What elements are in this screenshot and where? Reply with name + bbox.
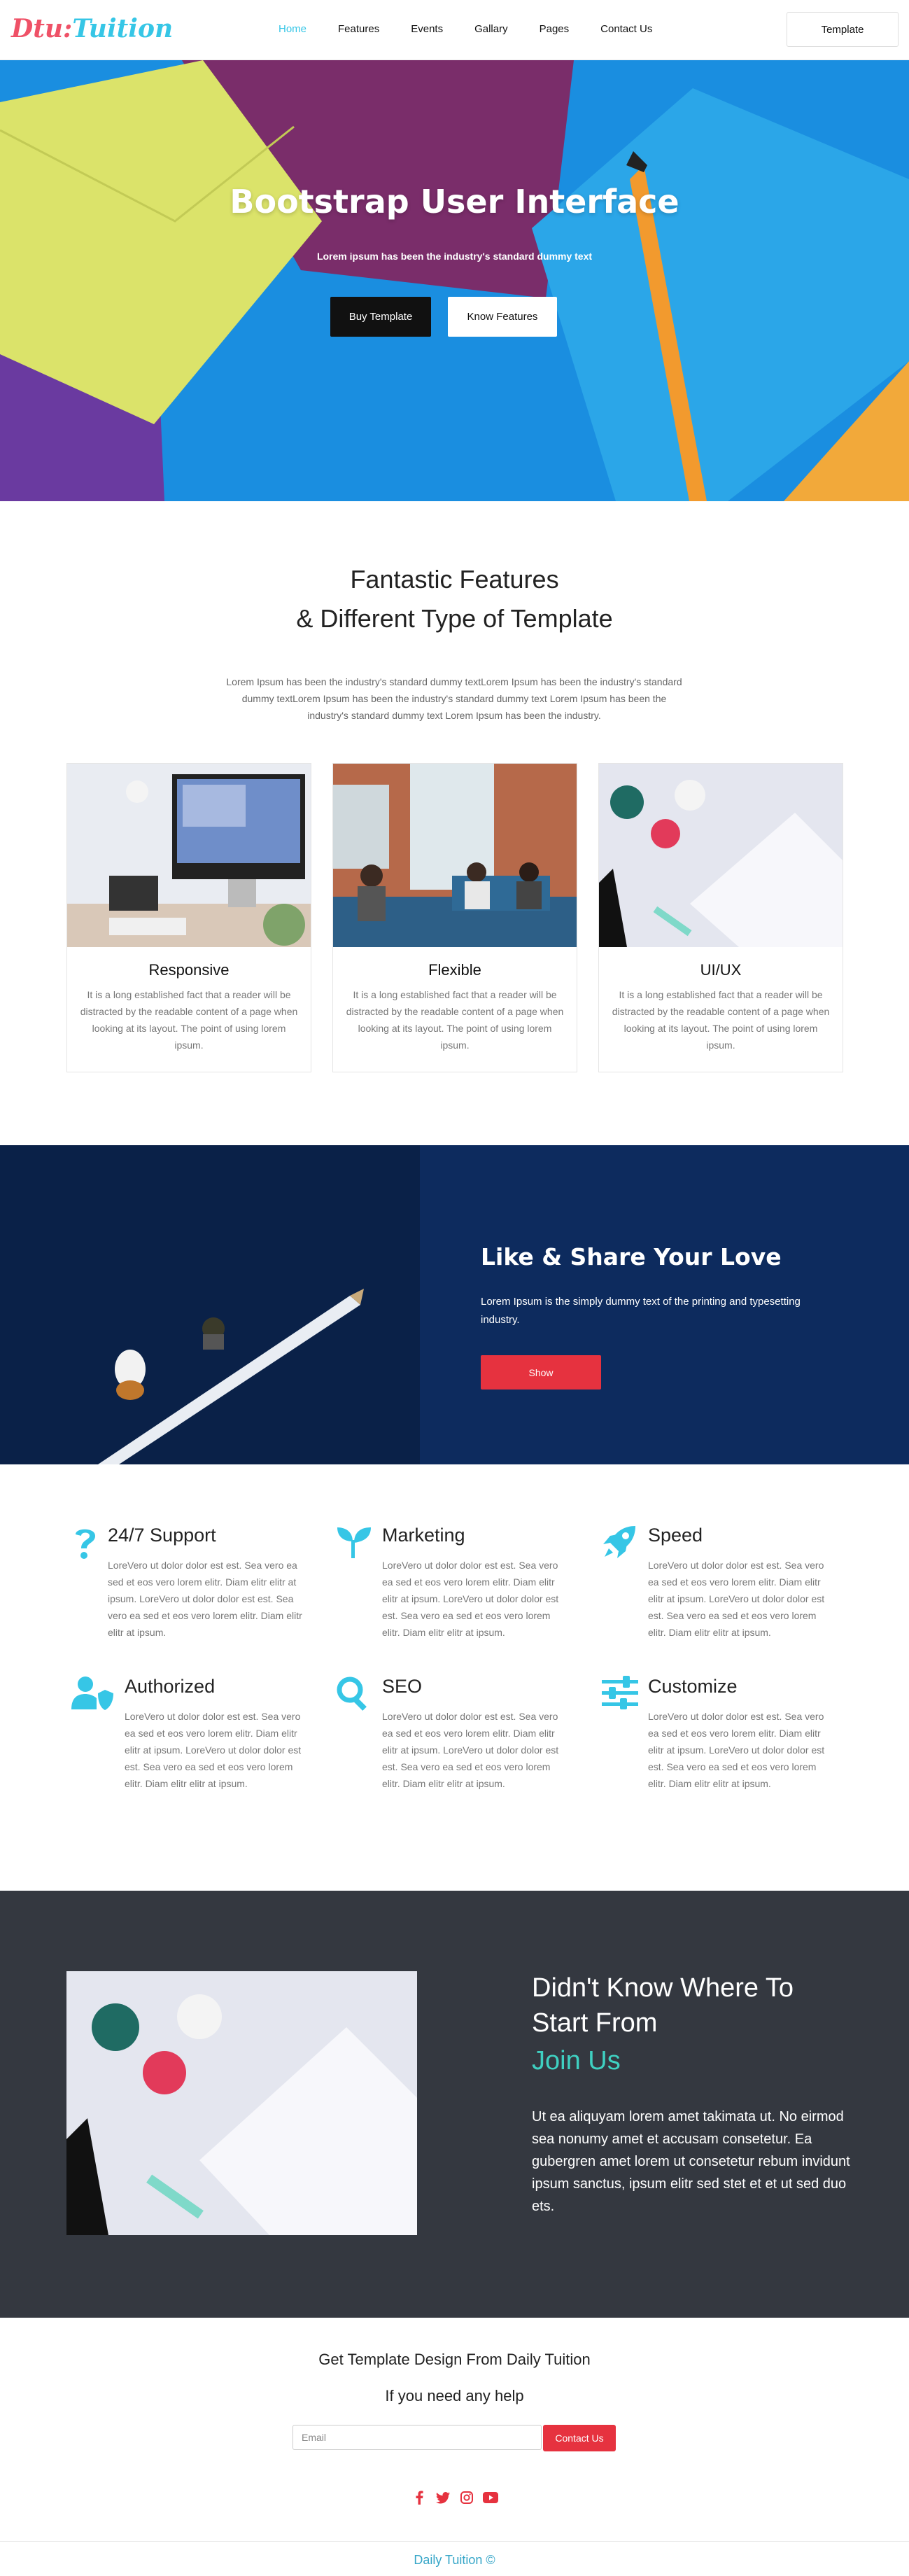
twitter-icon[interactable] xyxy=(434,2489,452,2506)
features-title-line-2: & Different Type of Template xyxy=(296,604,613,633)
search-icon xyxy=(336,1676,376,1712)
service-title: Customize xyxy=(648,1676,738,1697)
hero-background-image xyxy=(0,60,909,501)
workspace-image xyxy=(67,764,311,947)
features-description: Lorem Ipsum has been the industry's stan… xyxy=(226,676,682,721)
features-title-line-1: Fantastic Features xyxy=(350,565,559,594)
email-field[interactable] xyxy=(293,2425,542,2450)
feature-card-uiux[interactable]: UI/UX It is a long established fact that… xyxy=(598,763,843,1072)
sliders-icon xyxy=(602,1676,642,1712)
card-text: It is a long established fact that a rea… xyxy=(612,989,830,1051)
footer-divider xyxy=(0,2541,909,2542)
hero-title: Bootstrap User Interface xyxy=(230,183,679,220)
service-text: LoreVero ut dolor dolor est est. Sea ver… xyxy=(648,1711,825,1789)
nav-home[interactable]: Home xyxy=(279,23,306,35)
buy-template-button[interactable]: Buy Template xyxy=(330,297,431,337)
team-image xyxy=(333,764,577,947)
show-button[interactable]: Show xyxy=(481,1355,601,1390)
card-title: Flexible xyxy=(428,961,481,979)
feature-card-flexible[interactable]: Flexible It is a long established fact t… xyxy=(332,763,577,1072)
navbar: Dtu:Tuition Home Features Events Gallary… xyxy=(0,0,909,60)
know-features-button[interactable]: Know Features xyxy=(448,297,557,337)
copyright: Daily Tuition © xyxy=(414,2553,495,2567)
nav-gallary[interactable]: Gallary xyxy=(474,23,508,35)
service-title: SEO xyxy=(382,1676,423,1697)
card-title: Responsive xyxy=(148,961,230,979)
template-button[interactable]: Template xyxy=(787,12,899,47)
hero-banner: Bootstrap User Interface Lorem ipsum has… xyxy=(0,60,909,501)
notebook-image xyxy=(599,764,843,947)
join-subtitle[interactable]: Join Us xyxy=(532,2046,621,2076)
service-text: LoreVero ut dolor dolor est est. Sea ver… xyxy=(648,1560,825,1638)
like-text: Lorem Ipsum is the simply dummy text of … xyxy=(481,1296,801,1326)
contact-us-button[interactable]: Contact Us xyxy=(543,2425,616,2451)
service-title: Authorized xyxy=(125,1676,216,1697)
nav-contact-us[interactable]: Contact Us xyxy=(600,23,652,35)
logo[interactable]: Dtu:Tuition xyxy=(11,14,173,43)
youtube-icon[interactable] xyxy=(481,2489,500,2506)
service-text: LoreVero ut dolor dolor est est. Sea ver… xyxy=(382,1560,559,1638)
like-share-section: Like & Share Your Love Lorem Ipsum is th… xyxy=(0,1145,909,1464)
user-shield-icon xyxy=(71,1676,113,1712)
social-links xyxy=(410,2489,505,2506)
rocket-icon xyxy=(602,1525,642,1561)
instagram-icon[interactable] xyxy=(458,2489,476,2506)
join-text: Ut ea aliquyam lorem amet takimata ut. N… xyxy=(532,2109,850,2214)
card-text: It is a long established fact that a rea… xyxy=(80,989,298,1051)
service-title: Marketing xyxy=(382,1525,465,1546)
seedling-icon xyxy=(336,1525,376,1561)
service-title: 24/7 Support xyxy=(108,1525,216,1546)
join-title: Didn't Know Where To Start From xyxy=(532,1973,794,2038)
like-title: Like & Share Your Love xyxy=(481,1243,782,1270)
logo-part-1: Dtu: xyxy=(11,14,73,43)
features-title: Fantastic Features & Different Type of T… xyxy=(0,560,909,638)
notebook-pins-image xyxy=(66,1971,417,2235)
card-title: UI/UX xyxy=(700,961,742,979)
newsletter-title: Get Template Design From Daily Tuition xyxy=(318,2351,591,2368)
nav-pages[interactable]: Pages xyxy=(540,23,570,35)
question-icon xyxy=(71,1525,112,1561)
logo-part-2: Tuition xyxy=(72,14,174,43)
service-text: LoreVero ut dolor dolor est est. Sea ver… xyxy=(382,1711,559,1789)
facebook-icon[interactable] xyxy=(410,2489,428,2506)
service-text: LoreVero ut dolor dolor est est. Sea ver… xyxy=(108,1560,302,1638)
feature-card-responsive[interactable]: Responsive It is a long established fact… xyxy=(66,763,311,1072)
service-title: Speed xyxy=(648,1525,703,1546)
hero-subtitle: Lorem ipsum has been the industry's stan… xyxy=(316,251,593,262)
nav-features[interactable]: Features xyxy=(338,23,379,35)
nav-events[interactable]: Events xyxy=(411,23,443,35)
card-text: It is a long established fact that a rea… xyxy=(346,989,564,1051)
nav-links: Home Features Events Gallary Pages Conta… xyxy=(279,23,684,35)
join-section: Didn't Know Where To Start From Join Us … xyxy=(0,1891,909,2318)
newsletter-subtitle: If you need any help xyxy=(385,2387,524,2404)
service-text: LoreVero ut dolor dolor est est. Sea ver… xyxy=(125,1711,302,1789)
